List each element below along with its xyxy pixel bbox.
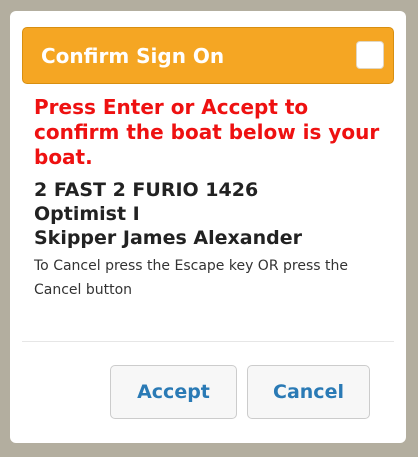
confirm-sign-on-dialog: Confirm Sign On Press Enter or Accept to… bbox=[10, 11, 406, 443]
confirm-warning-text: Press Enter or Accept to confirm the boa… bbox=[34, 95, 380, 169]
backdrop: Confirm Sign On Press Enter or Accept to… bbox=[0, 0, 418, 457]
boat-skipper: Skipper James Alexander bbox=[34, 227, 302, 249]
dialog-title: Confirm Sign On bbox=[41, 44, 225, 68]
cancel-button[interactable]: Cancel bbox=[247, 365, 370, 419]
dialog-content: Press Enter or Accept to confirm the boa… bbox=[34, 95, 384, 302]
dialog-header: Confirm Sign On bbox=[22, 27, 394, 84]
accept-button[interactable]: Accept bbox=[110, 365, 237, 419]
close-checkbox-icon[interactable] bbox=[356, 41, 384, 69]
boat-name: 2 FAST 2 FURIO 1426 bbox=[34, 179, 259, 201]
footer-divider bbox=[22, 341, 394, 342]
cancel-instructions: To Cancel press the Escape key OR press … bbox=[34, 258, 348, 298]
boat-class: Optimist I bbox=[34, 203, 140, 225]
